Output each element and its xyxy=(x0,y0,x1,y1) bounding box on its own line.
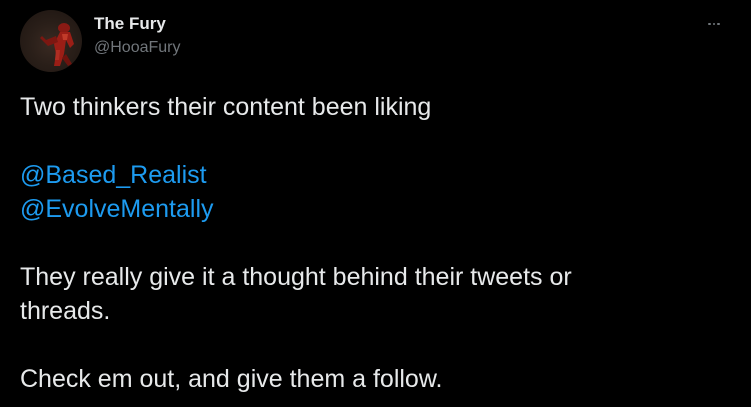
avatar-figure-image xyxy=(40,23,74,66)
mention-link-evolve-mentally[interactable]: @EvolveMentally xyxy=(20,195,214,223)
tweet-spacer xyxy=(20,124,720,158)
more-dot xyxy=(717,22,720,26)
tweet-spacer xyxy=(20,226,720,260)
more-options-button[interactable] xyxy=(701,14,727,34)
tweet-text: Two thinkers their content been liking @… xyxy=(20,90,720,396)
author-info: The Fury @HooaFury xyxy=(94,14,181,58)
more-dot xyxy=(712,22,716,26)
author-handle[interactable]: @HooaFury xyxy=(94,38,181,57)
tweet-line-praise-cont: threads. xyxy=(20,297,111,325)
tweet-line-cta: Check em out, and give them a follow. xyxy=(20,365,443,393)
tweet-line-intro: Two thinkers their content been liking xyxy=(20,93,432,121)
avatar[interactable] xyxy=(20,10,82,72)
tweet-spacer xyxy=(20,328,720,362)
tweet-card: The Fury @HooaFury Two thinkers their co… xyxy=(0,0,751,407)
author-display-name[interactable]: The Fury xyxy=(94,14,181,34)
mention-link-based-realist[interactable]: @Based_Realist xyxy=(20,161,207,189)
more-horizontal-icon xyxy=(708,22,711,26)
tweet-line-praise: They really give it a thought behind the… xyxy=(20,263,572,291)
